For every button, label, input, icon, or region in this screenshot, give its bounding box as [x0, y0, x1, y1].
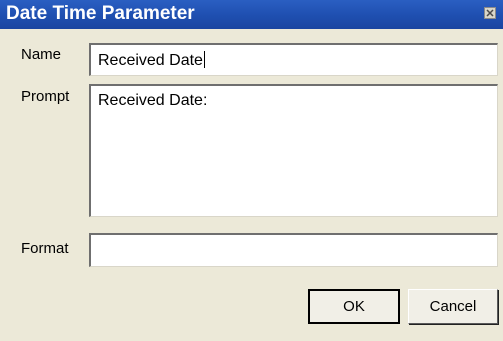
prompt-textarea-value: Received Date: [98, 92, 208, 109]
prompt-textarea[interactable]: Received Date: [89, 84, 498, 217]
name-field[interactable]: Received Date [89, 43, 498, 76]
format-label: Format [21, 240, 69, 257]
name-label: Name [21, 46, 62, 63]
dialog-title: Date Time Parameter [6, 3, 195, 24]
format-field[interactable] [89, 233, 498, 267]
text-caret [203, 51, 205, 68]
close-icon[interactable] [484, 7, 496, 19]
date-time-parameter-dialog: Date Time Parameter Name Received Date P… [0, 0, 503, 341]
name-field-value: Received Date [98, 52, 203, 69]
ok-button[interactable]: OK [308, 289, 400, 324]
title-bar[interactable]: Date Time Parameter [0, 0, 503, 29]
cancel-button[interactable]: Cancel [408, 289, 498, 324]
prompt-label: Prompt [21, 88, 70, 105]
